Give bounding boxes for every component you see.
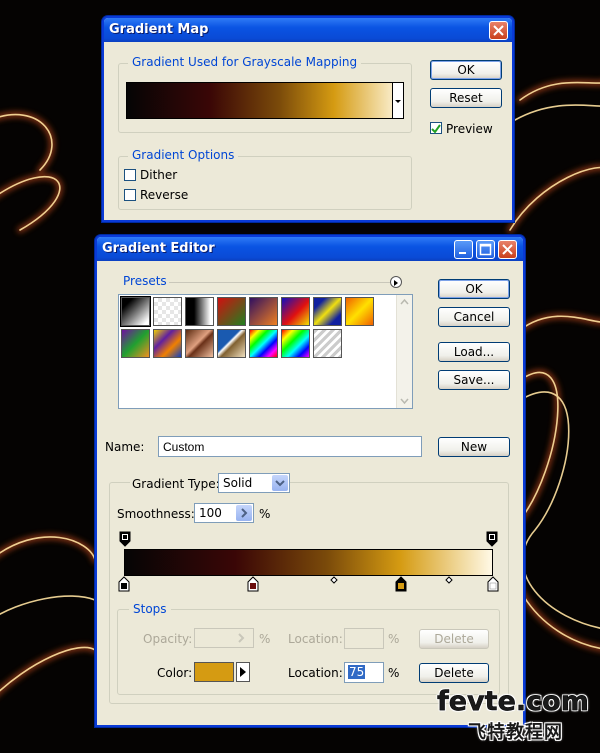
close-button[interactable] [489,21,508,40]
preset-blue-red-yellow[interactable] [281,297,310,326]
gradient-map-title: Gradient Map [109,22,209,37]
color-location-field[interactable]: 75 [344,662,384,683]
preset-black-white[interactable] [120,296,151,327]
preset-violet-orange[interactable] [249,297,278,326]
maximize-icon [479,243,492,256]
opacity-delete-button[interactable]: Delete [419,629,489,649]
opacity-stop-right[interactable] [486,531,498,547]
smoothness-unit: % [259,507,271,521]
reset-button[interactable]: Reset [430,88,502,108]
color-location-label: Location: [288,666,343,680]
chevron-down-icon [275,480,285,487]
reverse-checkbox[interactable] [124,189,136,201]
presets-label: Presets [123,274,167,288]
opacity-location-field[interactable] [344,628,384,649]
minimize-button[interactable] [454,240,473,259]
gradient-editor-dialog: Gradient Editor Presets OK Cancel Load..… [95,235,525,727]
gradient-used-label: Gradient Used for Grayscale Mapping [128,55,362,69]
gradient-type-select[interactable]: Solid [218,473,290,493]
gradient-dropdown-arrow[interactable] [392,82,404,119]
color-stop[interactable] [487,576,499,592]
smoothness-value: 100 [199,506,222,520]
midpoint-marker[interactable] [330,576,338,584]
play-arrow-icon [394,280,398,286]
opacity-label: Opacity: [143,632,193,646]
chevron-right-icon [241,508,248,518]
midpoint-marker[interactable] [445,576,453,584]
preview-checkbox[interactable] [430,122,442,134]
preset-black-white-fade[interactable] [185,297,214,326]
new-button[interactable]: New [438,437,510,457]
ok-button[interactable]: OK [438,279,510,299]
preset-violet-green-orange[interactable] [121,329,150,358]
close-icon [493,25,504,36]
gradient-editor-title: Gradient Editor [102,241,215,256]
presets-divider [169,282,391,283]
dither-label: Dither [140,168,178,182]
opacity-location-unit: % [388,632,400,646]
opacity-field[interactable] [194,628,254,648]
gradient-editor-titlebar[interactable]: Gradient Editor [97,237,523,261]
gradient-map-dialog: Gradient Map Gradient Used for Grayscale… [102,16,514,222]
name-input[interactable] [158,436,422,457]
gradient-options-label: Gradient Options [128,148,239,162]
gradient-map-preview-bar[interactable] [126,82,404,119]
color-stop[interactable] [247,576,259,592]
name-label: Name: [105,440,145,454]
select-arrow-button[interactable] [272,475,288,491]
reverse-label: Reverse [140,188,189,202]
smoothness-label: Smoothness: [117,507,195,521]
opacity-stop-left[interactable] [119,531,131,547]
preset-chrome[interactable] [217,329,246,358]
play-arrow-icon [240,667,246,677]
checkmark-icon [431,124,441,134]
cancel-button[interactable]: Cancel [438,307,510,327]
preset-yellow-violet-orange-blue[interactable] [153,329,182,358]
color-stop[interactable] [395,576,407,592]
presets-panel[interactable] [118,294,413,409]
color-swatch[interactable] [194,662,234,682]
preset-orange-yellow-orange[interactable] [345,297,374,326]
stops-group-label: Stops [129,602,171,616]
presets-scrollbar[interactable] [396,295,412,408]
color-location-unit: % [388,666,400,680]
scrollbar-arrows-icon [400,298,409,405]
gradient-map-titlebar[interactable]: Gradient Map [104,18,512,42]
color-label: Color: [157,666,193,680]
color-location-value: 75 [348,665,366,679]
gradient-type-label: Gradient Type: [130,477,222,491]
preset-spectrum[interactable] [249,329,278,358]
smoothness-slider-button[interactable] [236,505,252,521]
minimize-icon [459,252,466,254]
color-stop[interactable] [118,576,130,592]
opacity-location-label: Location: [288,632,343,646]
chevron-down-icon [395,100,401,103]
color-menu-button[interactable] [236,662,250,682]
ok-button[interactable]: OK [430,60,502,80]
preset-transparent-rainbow[interactable] [281,329,310,358]
watermark-site: fevte.com [437,686,589,718]
close-icon [502,244,513,255]
preset-copper[interactable] [185,329,214,358]
save-button[interactable]: Save... [438,370,510,390]
close-button[interactable] [498,240,517,259]
gradient-ramp[interactable] [124,549,493,576]
dither-checkbox[interactable] [124,169,136,181]
preset-red-green[interactable] [217,297,246,326]
color-stops-area [118,576,499,598]
opacity-unit: % [259,632,271,646]
load-button[interactable]: Load... [438,342,510,362]
gradient-type-value: Solid [223,476,253,490]
maximize-button[interactable] [476,240,495,259]
watermark-cn: 飞特教程网 [468,722,563,743]
presets-menu-button[interactable] [390,276,402,288]
preset-transparent[interactable] [153,297,182,326]
preset-transparent-stripes[interactable] [313,329,342,358]
smoothness-field[interactable]: 100 [194,503,254,523]
preset-blue-yellow-blue[interactable] [313,297,342,326]
preview-label: Preview [446,122,493,136]
chevron-right-icon [238,633,245,643]
color-delete-button[interactable]: Delete [419,663,489,683]
